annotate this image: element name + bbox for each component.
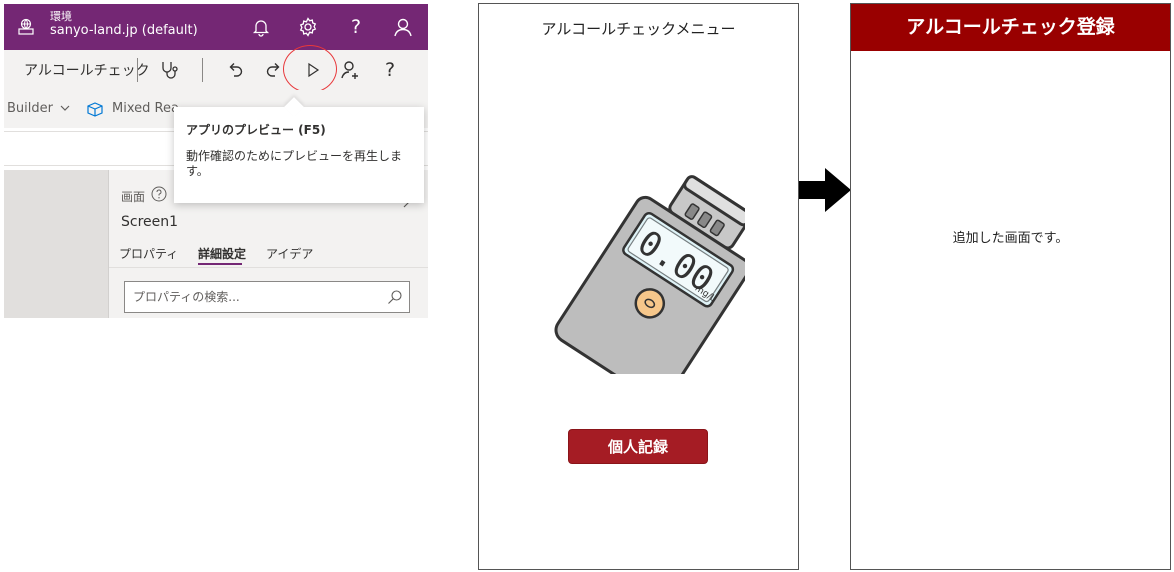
add-user-icon[interactable]: [340, 59, 362, 81]
arrow-right-icon: [799, 168, 851, 212]
tooltip-title: アプリのプレビュー (F5): [186, 123, 326, 137]
bell-icon[interactable]: [250, 16, 272, 38]
separator: [137, 58, 138, 82]
mixed-reality-icon: [87, 102, 103, 117]
tab-divider: [109, 267, 428, 268]
environment-label: 環境: [50, 10, 72, 23]
alcohol-checker-image: 0.00 mg/L: [554, 175, 745, 374]
chevron-down-icon: [60, 105, 70, 111]
power-apps-editor: 環境 sanyo-land.jp (default) ? アルコールチェック ?…: [4, 4, 428, 318]
personal-record-button[interactable]: 個人記録: [568, 429, 708, 464]
help-icon[interactable]: ?: [345, 16, 367, 38]
undo-icon[interactable]: [224, 59, 246, 81]
environment-name[interactable]: sanyo-land.jp (default): [50, 23, 198, 38]
help-icon[interactable]: ?: [379, 59, 401, 81]
tab-ideas[interactable]: アイデア: [266, 245, 313, 262]
separator: [202, 58, 203, 82]
user-icon[interactable]: [392, 16, 414, 38]
property-search-box: [124, 281, 410, 313]
builder-menu[interactable]: Builder: [7, 101, 70, 116]
builder-label: Builder: [7, 101, 53, 116]
stethoscope-icon[interactable]: [159, 59, 181, 81]
menu-title: アルコールチェックメニュー: [541, 20, 736, 38]
canvas-area[interactable]: [4, 170, 108, 318]
app-screen-menu: アルコールチェックメニュー 0.00 mg/L 個人記録: [478, 3, 799, 570]
tab-advanced[interactable]: 詳細設定: [198, 245, 246, 262]
environment-icon[interactable]: [16, 17, 36, 37]
added-screen-message: 追加した画面です。: [952, 231, 1069, 246]
gear-icon[interactable]: [297, 16, 319, 38]
active-tab-indicator: [198, 263, 242, 265]
redo-icon[interactable]: [263, 59, 285, 81]
help-circle-icon[interactable]: [151, 186, 167, 202]
tab-properties[interactable]: プロパティ: [119, 245, 178, 262]
registration-header: アルコールチェック登録: [851, 4, 1170, 51]
screen-name: Screen1: [121, 214, 179, 230]
app-screen-registration: アルコールチェック登録 追加した画面です。: [850, 3, 1171, 570]
search-icon[interactable]: [387, 289, 403, 305]
command-bar: アルコールチェック ?: [4, 45, 428, 93]
preview-tooltip: アプリのプレビュー (F5) 動作確認のためにプレビューを再生します。: [174, 97, 424, 203]
property-search-input[interactable]: [133, 288, 373, 306]
preview-highlight-circle: [283, 45, 337, 93]
mixed-reality-menu[interactable]: Mixed Rea: [112, 101, 179, 116]
screen-type-label: 画面: [121, 190, 146, 204]
tooltip-description: 動作確認のためにプレビューを再生します。: [186, 149, 403, 178]
top-bar: 環境 sanyo-land.jp (default) ?: [4, 4, 428, 50]
app-name[interactable]: アルコールチェック: [24, 60, 150, 80]
